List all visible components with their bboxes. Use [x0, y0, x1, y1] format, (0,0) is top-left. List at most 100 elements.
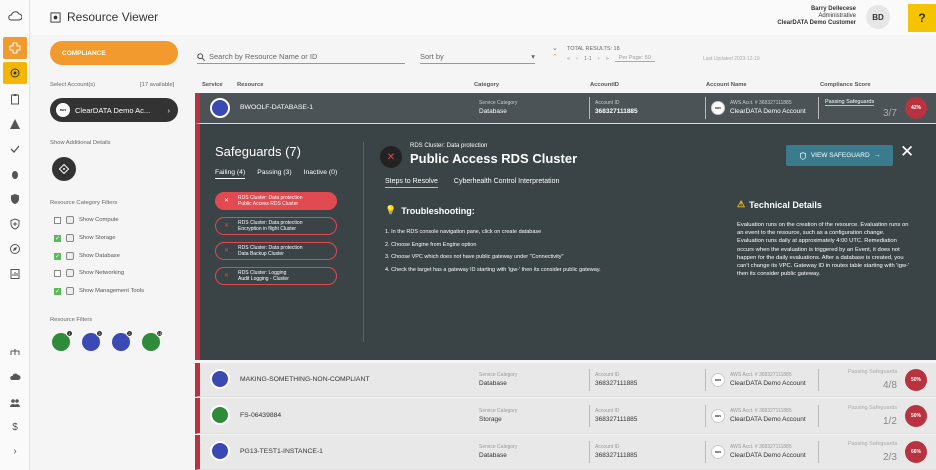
first-page-icon[interactable]: « [567, 56, 570, 62]
resource-filter-management[interactable]: 13 [142, 330, 163, 351]
col-category[interactable]: Category [474, 82, 499, 88]
troubleshooting-heading: 💡 Troubleshooting: [385, 205, 475, 216]
database-icon [210, 98, 230, 118]
tab-passing[interactable]: Passing (3) [257, 169, 291, 179]
safeguard-tabs: Failing (4) Passing (3) Inactive (0) [215, 169, 337, 179]
sort-desc-icon[interactable]: ⌄ [552, 44, 558, 53]
cloud-gear-icon[interactable] [0, 0, 30, 32]
table-row[interactable]: MAKING-SOMETHING-NON-COMPLIANT Service C… [195, 363, 936, 397]
account-id-value: 368327111885 [595, 416, 638, 423]
detail-tabs: Steps to Resolve Cyberhealth Control Int… [385, 178, 559, 188]
cloud-upload-icon[interactable] [3, 366, 27, 388]
col-account-name[interactable]: Account Name [706, 82, 747, 88]
score-value: 2/3 [883, 452, 897, 463]
checkbox[interactable] [54, 269, 61, 277]
diamond-icon [59, 164, 69, 174]
col-account-id[interactable]: AccountID [590, 82, 619, 88]
col-compliance-score[interactable]: Compliance Score [820, 82, 871, 88]
table-row[interactable]: FS-06439884 Service Category Storage Acc… [195, 398, 936, 434]
table-row[interactable]: PG13-TEST1-INSTANCE-1 Service Category D… [195, 435, 936, 470]
resource-filter-database[interactable]: 2 [82, 330, 103, 351]
safeguards-title: Safeguards (7) [215, 144, 301, 159]
step: 1. In the RDS console navigation pane, c… [385, 229, 542, 235]
checkbox[interactable]: ✓ [54, 287, 61, 295]
table-header: Service Resource Category AccountID Acco… [195, 80, 936, 92]
tab-failing[interactable]: Failing (4) [215, 169, 246, 179]
clipboard-icon[interactable] [3, 88, 27, 110]
account-name: ClearDATA Demo Ac... [75, 105, 151, 115]
filter-storage[interactable]: ✓ Show Storage [54, 234, 115, 242]
col-resource[interactable]: Resource [237, 82, 263, 88]
last-page-icon[interactable]: » [606, 56, 609, 62]
chevron-right-icon: › [167, 105, 171, 115]
safeguard-item[interactable]: ✕ RDS Cluster: Data protection Public Ac… [215, 192, 337, 210]
available-count: [17 available] [140, 82, 175, 88]
resource-filters-label: Resource Filters [50, 317, 93, 323]
storage-icon [66, 234, 74, 242]
filter-compute[interactable]: Show Compute [54, 216, 119, 224]
header: Resource Viewer Barry Dellecese Administ… [30, 0, 936, 35]
tab-steps-to-resolve[interactable]: Steps to Resolve [385, 178, 438, 188]
divider [363, 142, 364, 342]
close-icon[interactable]: ✕ [900, 142, 914, 162]
sort-label: Sort by [420, 52, 444, 61]
per-page-select[interactable]: Per Page: 50 [614, 55, 655, 62]
total-results: TOTAL RESULTS: 18 [567, 46, 620, 52]
help-button[interactable]: ? [908, 4, 936, 32]
bug-icon[interactable] [3, 163, 27, 185]
category-filters-label: Resource Category Filters [50, 200, 118, 206]
sort-select[interactable]: Sort by ▾ [420, 50, 535, 64]
shield-plus-icon[interactable] [3, 213, 27, 235]
show-details-button[interactable] [52, 157, 76, 181]
app-title: Resource Viewer [50, 10, 158, 24]
sort-asc-icon[interactable]: ⌃ [552, 53, 558, 62]
resource-name: PG13-TEST1-INSTANCE-1 [240, 448, 323, 455]
filter-networking[interactable]: Show Networking [54, 269, 124, 277]
warning-icon[interactable] [3, 113, 27, 135]
safeguard-item[interactable]: ✕ RDS Cluster: Data protection Encryptio… [215, 217, 337, 235]
plus-network-icon[interactable] [3, 37, 27, 59]
resource-filter-database-2[interactable]: 2 [112, 330, 133, 351]
compass-icon[interactable] [3, 238, 27, 260]
dollar-icon[interactable]: $ [3, 416, 27, 438]
resource-name: MAKING-SOMETHING-NON-COMPLIANT [240, 376, 370, 383]
search-input[interactable]: Search by Resource Name or ID [197, 50, 405, 64]
chevron-right-icon[interactable]: › [3, 440, 27, 462]
aws-icon: aws [711, 409, 725, 423]
user-role: Administrative [818, 13, 856, 19]
filter-management-tools[interactable]: ✓ Show Management Tools [54, 287, 144, 295]
filter-database[interactable]: ✓ Show Database [54, 252, 120, 260]
view-safeguard-button[interactable]: VIEW SAFEGUARD → [786, 145, 893, 166]
target-icon[interactable] [3, 62, 27, 84]
check-icon[interactable] [3, 138, 27, 160]
table-row[interactable]: BWOOLF-DATABASE-1 Service Category Datab… [195, 93, 936, 124]
compliance-button[interactable]: COMPLIANCE [50, 41, 178, 65]
account-id-value: 368327111885 [595, 452, 638, 459]
next-page-icon[interactable]: › [598, 56, 600, 62]
score-badge: 42% [905, 97, 927, 119]
arrow-right-icon: → [873, 152, 881, 159]
users-tree-icon[interactable] [3, 340, 27, 362]
safeguard-item[interactable]: ✕ RDS Cluster: Data protection Data Back… [215, 242, 337, 260]
tab-inactive[interactable]: Inactive (0) [304, 169, 338, 179]
score-badge: 50% [905, 405, 927, 427]
troubleshooting-steps: 1. In the RDS console navigation pane, c… [385, 226, 730, 276]
report-icon[interactable] [3, 263, 27, 285]
safeguard-detail-panel: Safeguards (7) Failing (4) Passing (3) I… [195, 124, 936, 360]
checkbox[interactable]: ✓ [54, 234, 61, 242]
resource-filter-storage[interactable]: 1 [52, 330, 73, 351]
checkbox[interactable]: ✓ [54, 252, 61, 260]
category-value: Database [479, 452, 507, 459]
tab-cyberhealth-interpretation[interactable]: Cyberhealth Control Interpretation [454, 178, 559, 188]
sort-direction[interactable]: ⌄ ⌃ [552, 44, 558, 62]
safeguard-item[interactable]: ✕ RDS Cluster: Logging Audit Logging - C… [215, 267, 337, 285]
prev-page-icon[interactable]: ‹ [576, 56, 578, 62]
checkbox[interactable] [54, 216, 61, 224]
account-selector[interactable]: aws ClearDATA Demo Ac... › [50, 98, 178, 122]
account-name-value: ClearDATA Demo Account [730, 108, 806, 115]
avatar[interactable]: BD [866, 5, 890, 29]
col-service[interactable]: Service [202, 82, 223, 88]
technical-details: Evaluation runs on the creation of the r… [737, 222, 910, 278]
team-icon[interactable] [3, 392, 27, 414]
shield-icon[interactable] [3, 188, 27, 210]
